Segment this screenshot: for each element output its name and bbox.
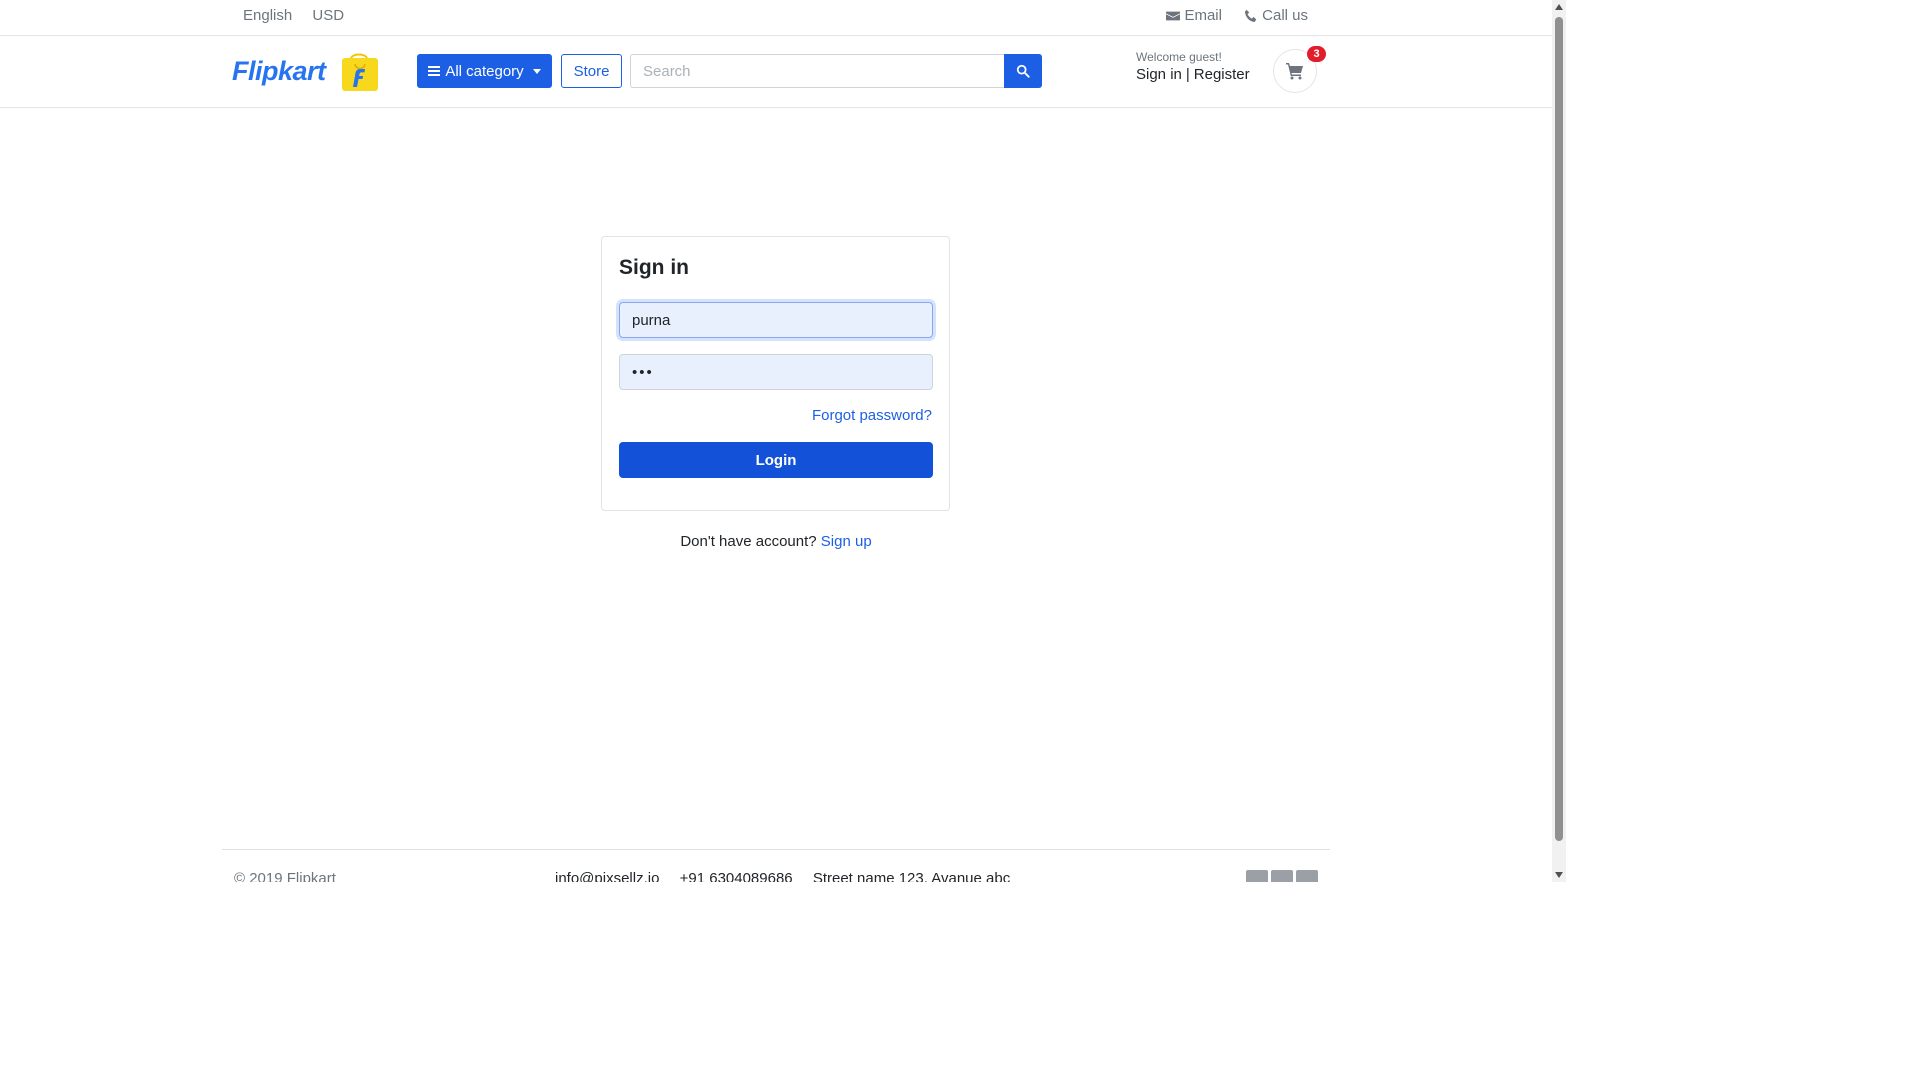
page-scrollbar[interactable] [1552, 0, 1566, 882]
locale-group: English USD [243, 7, 360, 24]
all-category-label: All category [445, 62, 524, 80]
forgot-password-link[interactable]: Forgot password? [812, 407, 932, 424]
footer: © 2019 Flipkart info@pixsellz.io +91 630… [222, 849, 1330, 882]
language-selector[interactable]: English [243, 7, 292, 24]
chevron-down-icon [532, 68, 541, 74]
login-button[interactable]: Login [619, 442, 933, 478]
payment-icons [1246, 870, 1318, 882]
account-area: Welcome guest! Sign in | Register [1136, 50, 1250, 83]
contact-links: Email Call us [1148, 7, 1308, 27]
top-bar: English USD Email Call us [0, 0, 1552, 36]
cart-count-badge: 3 [1307, 46, 1326, 62]
scroll-down-arrow-icon[interactable] [1555, 872, 1563, 878]
shopping-cart-icon [1286, 63, 1303, 80]
envelope-icon [1166, 11, 1181, 20]
search-button[interactable] [1004, 54, 1042, 88]
account-links: Sign in | Register [1136, 66, 1250, 83]
mastercard-icon [1296, 870, 1318, 882]
email-link-label: Email [1184, 7, 1222, 24]
copyright-text: © 2019 Flipkart [234, 870, 336, 882]
page: English USD Email Call us Flipkart All c… [0, 0, 1566, 882]
store-button[interactable]: Store [561, 54, 622, 88]
logo-text: Flipkart [232, 55, 326, 86]
footer-phone[interactable]: +91 6304089686 [680, 870, 793, 882]
scroll-up-arrow-icon[interactable] [1555, 4, 1563, 10]
search-input[interactable] [630, 54, 1004, 88]
no-account-text: Don't have account? [680, 533, 817, 550]
signin-title: Sign in [619, 256, 689, 279]
email-link[interactable]: Email [1166, 7, 1222, 24]
call-link[interactable]: Call us [1244, 7, 1308, 24]
paypal-icon [1271, 870, 1293, 882]
currency-selector[interactable]: USD [312, 7, 344, 24]
logo[interactable]: Flipkart [232, 50, 380, 92]
all-category-dropdown[interactable]: All category [417, 54, 552, 88]
shopping-bag-logo-icon [341, 53, 378, 91]
signup-prompt: Don't have account? Sign up [0, 533, 1552, 550]
username-field[interactable] [619, 302, 933, 338]
visa-icon [1246, 870, 1268, 882]
search-bar [630, 54, 1042, 88]
link-separator: | [1185, 66, 1190, 83]
header-signin-link[interactable]: Sign in [1136, 66, 1182, 83]
footer-address: Street name 123, Avanue abc [812, 870, 1011, 882]
search-icon [1016, 64, 1030, 78]
header-register-link[interactable]: Register [1194, 66, 1250, 83]
signin-card: Sign in Forgot password? Login [601, 236, 950, 511]
call-link-label: Call us [1262, 7, 1308, 24]
main-header: Flipkart All category Store Welcome gues… [0, 36, 1552, 108]
footer-contact: info@pixsellz.io +91 6304089686 Street n… [555, 870, 1026, 882]
scroll-thumb[interactable] [1555, 17, 1563, 841]
footer-email[interactable]: info@pixsellz.io [555, 870, 659, 882]
password-field[interactable] [619, 354, 933, 390]
phone-icon [1245, 9, 1257, 22]
welcome-text: Welcome guest! [1136, 50, 1222, 64]
menu-icon [428, 66, 441, 76]
signup-link[interactable]: Sign up [821, 533, 872, 550]
